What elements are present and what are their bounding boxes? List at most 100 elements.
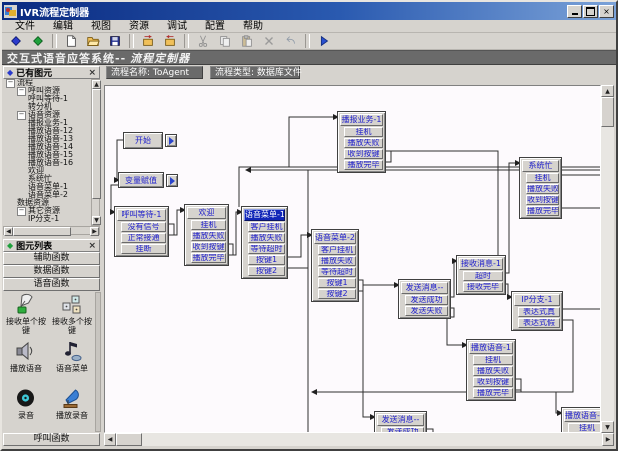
tree-hscrollbar[interactable]: ◀ ▶ [3, 226, 100, 235]
node-exit-表达式真[interactable]: 表达式真 [518, 307, 560, 317]
palette-scrollbar[interactable] [95, 292, 101, 432]
node-exit-表达式假[interactable]: 表达式假 [518, 318, 560, 328]
node-exit-等待超时[interactable]: 等待超时 [248, 244, 285, 254]
flow-node-发送消息--[interactable]: 发送消息--发送成功发送失败 [398, 279, 451, 319]
panel-close-icon[interactable]: × [88, 68, 96, 78]
node-exit-播放失败[interactable]: 播放失败 [191, 231, 226, 241]
flow-canvas[interactable]: 开始变量赋值呼叫等待-1没有信号正常接通挂断欢迎挂机播放失败收到按键播放完毕语音… [104, 85, 601, 433]
flow-node-变量赋值[interactable]: 变量赋值 [118, 172, 164, 188]
node-play-button[interactable] [165, 134, 177, 147]
node-exit-播放失败[interactable]: 播放失败 [318, 256, 356, 266]
tree-collapse-icon[interactable]: − [17, 207, 26, 216]
category-2[interactable]: 语音函数 [3, 278, 100, 291]
flow-node-呼叫等待-1[interactable]: 呼叫等待-1没有信号正常接通挂断 [114, 206, 169, 257]
menu-6[interactable]: 帮助 [234, 20, 272, 33]
node-title[interactable]: 接收消息-1 [459, 258, 503, 270]
node-exit-客户挂机[interactable]: 客户挂机 [318, 245, 356, 255]
flow-node-发送消息--[interactable]: 发送消息--发送成功发送失败 [374, 411, 427, 433]
nav-forward-button[interactable] [27, 33, 49, 50]
node-title[interactable]: 播放语音-1 [564, 410, 601, 422]
node-exit-播放失败[interactable]: 播放失败 [344, 138, 383, 148]
tree-scroll-up-icon[interactable]: ▲ [92, 80, 101, 89]
node-exit-发送成功[interactable]: 发送成功 [405, 295, 448, 305]
node-exit-播放完毕[interactable]: 播放完毕 [191, 253, 226, 263]
palette-item-接收单个按键[interactable]: 接收单个按键 [4, 292, 48, 339]
menu-0[interactable]: 文件 [6, 20, 44, 33]
node-play-button[interactable] [166, 174, 178, 187]
open-button[interactable] [82, 33, 104, 50]
node-exit-挂机[interactable]: 挂机 [526, 173, 559, 183]
canvas-scroll-up-icon[interactable]: ▲ [601, 85, 614, 97]
palette-item-播放语音[interactable]: 播放语音 [4, 339, 48, 386]
flow-node-语音菜单-2[interactable]: 语音菜单-2客户挂机播放失败等待超时按键1按键2 [311, 229, 359, 302]
tree-vscroll-thumb[interactable] [92, 89, 101, 199]
palette-item-语音菜单[interactable]: 语音菜单 [50, 339, 94, 386]
node-exit-播放失败[interactable]: 播放失败 [473, 366, 513, 376]
palette-item-播放录音[interactable]: 播放录音 [50, 386, 94, 433]
palette-item-接收多个按键[interactable]: 接收多个按键 [50, 292, 94, 339]
flow-node-播报业务-1[interactable]: 播报业务-1挂机播放失败收到按键播放完毕 [337, 111, 386, 173]
category-1[interactable]: 数据函数 [3, 265, 100, 278]
flow-import-button[interactable] [137, 33, 159, 50]
node-exit-收到按键[interactable]: 收到按键 [473, 377, 513, 387]
node-title[interactable]: 系统忙 [522, 160, 559, 172]
palette-item-录音[interactable]: 录音 [4, 386, 48, 433]
node-exit-挂机[interactable]: 挂机 [568, 423, 601, 433]
node-exit-发送失败[interactable]: 发送失败 [405, 306, 448, 316]
canvas-scroll-right-icon[interactable]: ▶ [602, 433, 614, 446]
node-exit-挂机[interactable]: 挂机 [191, 220, 226, 230]
flow-node-IP分支-1[interactable]: IP分支-1表达式真表达式假 [511, 291, 563, 331]
restore-button[interactable] [583, 5, 598, 18]
node-title[interactable]: 欢迎 [187, 207, 226, 219]
flow-node-播放语音-1[interactable]: 播放语音-1挂机播放失败收到按键播放完毕 [466, 339, 516, 401]
tree-item-IP分支-1[interactable]: IP分支-1 [3, 215, 100, 223]
new-button[interactable] [60, 33, 82, 50]
node-exit-按键2[interactable]: 按键2 [318, 289, 356, 299]
tree-collapse-icon[interactable]: − [6, 79, 15, 88]
flow-node-播放语音-1[interactable]: 播放语音-1挂机播放失败收到按键播放完毕 [561, 407, 601, 433]
node-exit-按键1[interactable]: 按键1 [248, 255, 285, 265]
tree-scroll-down-icon[interactable]: ▼ [92, 216, 101, 225]
node-exit-挂断[interactable]: 挂断 [121, 244, 166, 254]
node-exit-收到按键[interactable]: 收到按键 [344, 149, 383, 159]
tree-hscroll-thumb[interactable] [13, 227, 71, 236]
node-exit-客户挂机[interactable]: 客户挂机 [248, 222, 285, 232]
node-title[interactable]: 发送消息-- [377, 414, 424, 426]
menu-2[interactable]: 视图 [82, 20, 120, 33]
flow-node-系统忙[interactable]: 系统忙挂机播放失败收到按键播放完毕 [519, 157, 562, 219]
node-title[interactable]: 语音菜单-2 [314, 232, 356, 244]
node-exit-收到按键[interactable]: 收到按键 [191, 242, 226, 252]
canvas-vscrollbar[interactable]: ▲ ▼ [601, 85, 614, 433]
minimize-button[interactable] [567, 5, 582, 18]
node-exit-等待超时[interactable]: 等待超时 [318, 267, 356, 277]
run-button[interactable] [313, 33, 335, 50]
canvas-vscroll-thumb[interactable] [601, 97, 614, 127]
tree-item-播放语音-16[interactable]: 播放语音-16 [3, 159, 100, 167]
menu-1[interactable]: 编辑 [44, 20, 82, 33]
node-exit-按键2[interactable]: 按键2 [248, 266, 285, 276]
canvas-hscrollbar[interactable]: ◀ ▶ [104, 433, 614, 446]
flow-node-接收消息-1[interactable]: 接收消息-1超时接收完毕 [456, 255, 506, 295]
node-exit-按键1[interactable]: 按键1 [318, 278, 356, 288]
menu-3[interactable]: 资源 [120, 20, 158, 33]
node-exit-收到按键[interactable]: 收到按键 [526, 195, 559, 205]
save-button[interactable] [104, 33, 126, 50]
node-exit-播放失败[interactable]: 播放失败 [526, 184, 559, 194]
panel-close-icon[interactable]: × [88, 241, 96, 251]
node-exit-播放失败[interactable]: 播放失败 [248, 233, 285, 243]
tree-scroll-right-icon[interactable]: ▶ [90, 227, 99, 236]
node-exit-超时[interactable]: 超时 [463, 271, 503, 281]
node-title[interactable]: 呼叫等待-1 [117, 209, 166, 221]
menu-5[interactable]: 配置 [196, 20, 234, 33]
close-button[interactable]: × [599, 5, 614, 18]
node-exit-挂机[interactable]: 挂机 [473, 355, 513, 365]
flow-node-欢迎[interactable]: 欢迎挂机播放失败收到按键播放完毕 [184, 204, 229, 266]
category-call-functions[interactable]: 呼叫函数 [3, 433, 100, 446]
tree-vscrollbar[interactable]: ▲ ▼ [91, 79, 100, 226]
node-exit-正常接通[interactable]: 正常接通 [121, 233, 166, 243]
node-exit-没有信号[interactable]: 没有信号 [121, 222, 166, 232]
canvas-scroll-down-icon[interactable]: ▼ [601, 421, 614, 433]
canvas-scroll-left-icon[interactable]: ◀ [104, 433, 116, 446]
node-title[interactable]: 播报业务-1 [340, 114, 383, 126]
flow-node-开始[interactable]: 开始 [123, 132, 163, 149]
